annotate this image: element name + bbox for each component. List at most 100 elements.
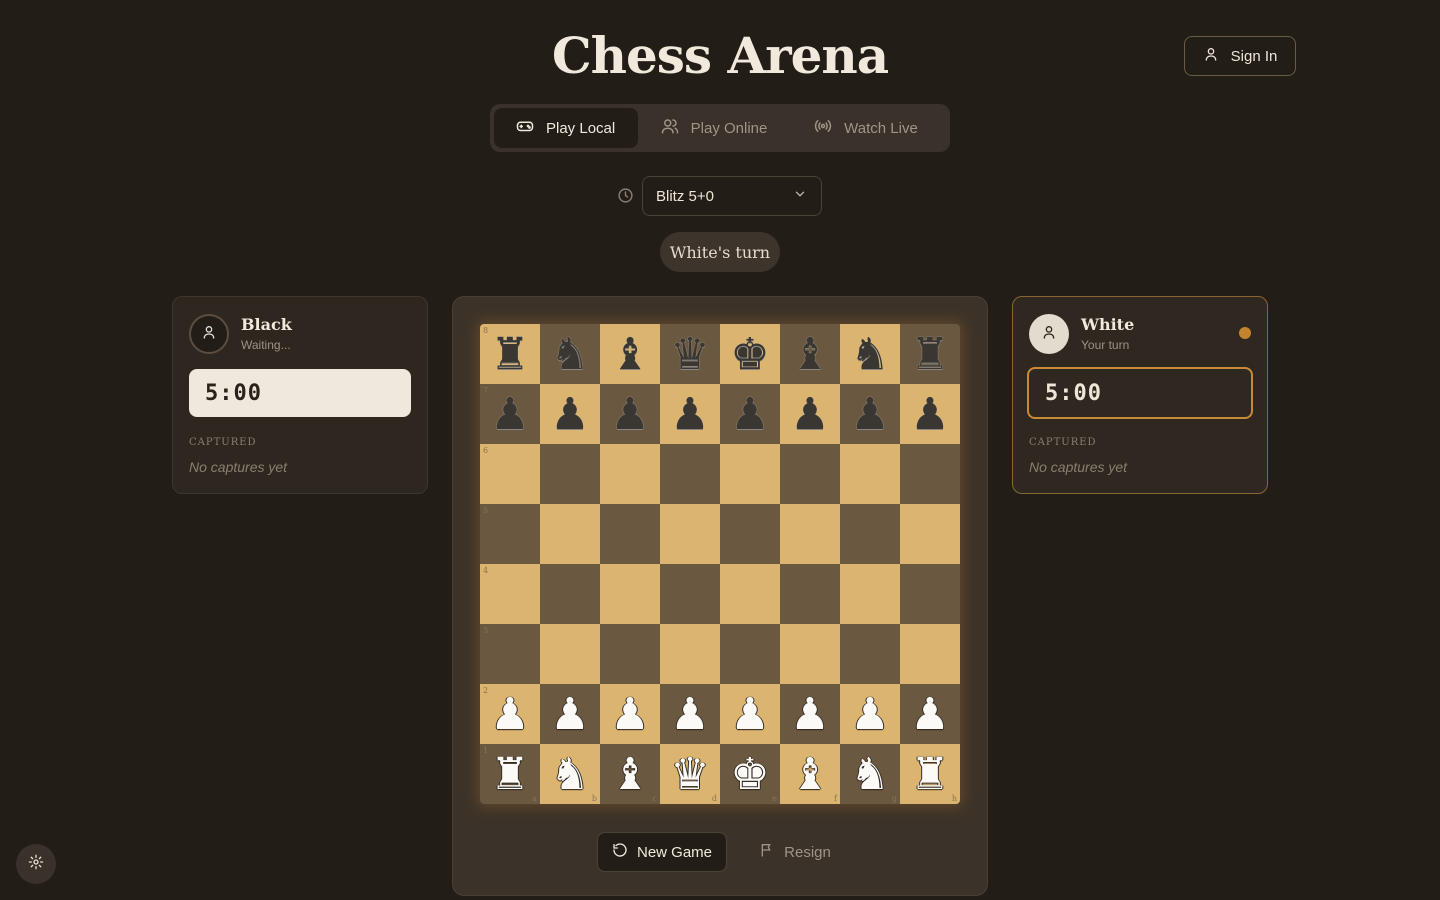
white-pawn-icon[interactable]: ♟ bbox=[790, 693, 829, 737]
square-h5[interactable] bbox=[900, 504, 960, 564]
square-f1[interactable]: f ♝ bbox=[780, 744, 840, 804]
resign-button[interactable]: Resign bbox=[745, 832, 845, 872]
square-b3[interactable] bbox=[540, 624, 600, 684]
square-g1[interactable]: g ♞ bbox=[840, 744, 900, 804]
square-a6[interactable]: 6 bbox=[480, 444, 540, 504]
square-c6[interactable] bbox=[600, 444, 660, 504]
square-d8[interactable]: ♛ bbox=[660, 324, 720, 384]
square-c7[interactable]: ♟ bbox=[600, 384, 660, 444]
square-f7[interactable]: ♟ bbox=[780, 384, 840, 444]
square-a1[interactable]: 1 a ♜ bbox=[480, 744, 540, 804]
square-g2[interactable]: ♟ bbox=[840, 684, 900, 744]
square-e5[interactable] bbox=[720, 504, 780, 564]
black-pawn-icon[interactable]: ♟ bbox=[910, 393, 949, 437]
white-pawn-icon[interactable]: ♟ bbox=[730, 693, 769, 737]
white-pawn-icon[interactable]: ♟ bbox=[490, 693, 529, 737]
square-g4[interactable] bbox=[840, 564, 900, 624]
square-c4[interactable] bbox=[600, 564, 660, 624]
square-c8[interactable]: ♝ bbox=[600, 324, 660, 384]
square-c1[interactable]: c ♝ bbox=[600, 744, 660, 804]
square-d4[interactable] bbox=[660, 564, 720, 624]
white-rook-icon[interactable]: ♜ bbox=[490, 753, 529, 797]
square-e2[interactable]: ♟ bbox=[720, 684, 780, 744]
black-king-icon[interactable]: ♚ bbox=[730, 333, 769, 377]
black-rook-icon[interactable]: ♜ bbox=[910, 333, 949, 377]
tab-watch-live[interactable]: Watch Live bbox=[790, 108, 942, 148]
black-bishop-icon[interactable]: ♝ bbox=[610, 333, 649, 377]
square-f2[interactable]: ♟ bbox=[780, 684, 840, 744]
square-b8[interactable]: ♞ bbox=[540, 324, 600, 384]
square-e7[interactable]: ♟ bbox=[720, 384, 780, 444]
time-control-select[interactable]: Blitz 5+0 bbox=[642, 176, 822, 216]
square-e8[interactable]: ♚ bbox=[720, 324, 780, 384]
black-knight-icon[interactable]: ♞ bbox=[550, 333, 589, 377]
square-h4[interactable] bbox=[900, 564, 960, 624]
sign-in-button[interactable]: Sign In bbox=[1184, 36, 1296, 76]
square-g6[interactable] bbox=[840, 444, 900, 504]
square-d7[interactable]: ♟ bbox=[660, 384, 720, 444]
black-bishop-icon[interactable]: ♝ bbox=[790, 333, 829, 377]
square-d5[interactable] bbox=[660, 504, 720, 564]
square-c3[interactable] bbox=[600, 624, 660, 684]
white-knight-icon[interactable]: ♞ bbox=[850, 753, 889, 797]
square-h1[interactable]: h ♜ bbox=[900, 744, 960, 804]
white-pawn-icon[interactable]: ♟ bbox=[850, 693, 889, 737]
square-a2[interactable]: 2 ♟ bbox=[480, 684, 540, 744]
square-a7[interactable]: 7 ♟ bbox=[480, 384, 540, 444]
black-pawn-icon[interactable]: ♟ bbox=[850, 393, 889, 437]
white-knight-icon[interactable]: ♞ bbox=[550, 753, 589, 797]
square-a3[interactable]: 3 bbox=[480, 624, 540, 684]
square-b2[interactable]: ♟ bbox=[540, 684, 600, 744]
square-h8[interactable]: ♜ bbox=[900, 324, 960, 384]
square-f6[interactable] bbox=[780, 444, 840, 504]
square-g3[interactable] bbox=[840, 624, 900, 684]
square-g5[interactable] bbox=[840, 504, 900, 564]
square-a5[interactable]: 5 bbox=[480, 504, 540, 564]
black-pawn-icon[interactable]: ♟ bbox=[490, 393, 529, 437]
square-g8[interactable]: ♞ bbox=[840, 324, 900, 384]
square-d1[interactable]: d ♛ bbox=[660, 744, 720, 804]
square-f5[interactable] bbox=[780, 504, 840, 564]
white-rook-icon[interactable]: ♜ bbox=[910, 753, 949, 797]
square-e6[interactable] bbox=[720, 444, 780, 504]
black-rook-icon[interactable]: ♜ bbox=[490, 333, 529, 377]
square-h6[interactable] bbox=[900, 444, 960, 504]
white-queen-icon[interactable]: ♛ bbox=[670, 753, 709, 797]
square-d3[interactable] bbox=[660, 624, 720, 684]
white-bishop-icon[interactable]: ♝ bbox=[790, 753, 829, 797]
square-d2[interactable]: ♟ bbox=[660, 684, 720, 744]
tab-play-local[interactable]: Play Local bbox=[494, 108, 638, 148]
square-g7[interactable]: ♟ bbox=[840, 384, 900, 444]
white-bishop-icon[interactable]: ♝ bbox=[610, 753, 649, 797]
new-game-button[interactable]: New Game bbox=[597, 832, 727, 872]
square-a4[interactable]: 4 bbox=[480, 564, 540, 624]
tab-play-online[interactable]: Play Online bbox=[638, 108, 790, 148]
square-c5[interactable] bbox=[600, 504, 660, 564]
square-e4[interactable] bbox=[720, 564, 780, 624]
settings-button[interactable] bbox=[16, 844, 56, 884]
square-f8[interactable]: ♝ bbox=[780, 324, 840, 384]
square-h3[interactable] bbox=[900, 624, 960, 684]
black-pawn-icon[interactable]: ♟ bbox=[790, 393, 829, 437]
square-b7[interactable]: ♟ bbox=[540, 384, 600, 444]
black-knight-icon[interactable]: ♞ bbox=[850, 333, 889, 377]
black-pawn-icon[interactable]: ♟ bbox=[670, 393, 709, 437]
square-b5[interactable] bbox=[540, 504, 600, 564]
black-pawn-icon[interactable]: ♟ bbox=[610, 393, 649, 437]
square-e3[interactable] bbox=[720, 624, 780, 684]
square-d6[interactable] bbox=[660, 444, 720, 504]
square-b1[interactable]: b ♞ bbox=[540, 744, 600, 804]
square-f3[interactable] bbox=[780, 624, 840, 684]
black-pawn-icon[interactable]: ♟ bbox=[730, 393, 769, 437]
black-queen-icon[interactable]: ♛ bbox=[670, 333, 709, 377]
white-king-icon[interactable]: ♚ bbox=[730, 753, 769, 797]
square-f4[interactable] bbox=[780, 564, 840, 624]
white-pawn-icon[interactable]: ♟ bbox=[910, 693, 949, 737]
square-h2[interactable]: ♟ bbox=[900, 684, 960, 744]
square-b6[interactable] bbox=[540, 444, 600, 504]
square-h7[interactable]: ♟ bbox=[900, 384, 960, 444]
white-pawn-icon[interactable]: ♟ bbox=[610, 693, 649, 737]
square-a8[interactable]: 8 ♜ bbox=[480, 324, 540, 384]
white-pawn-icon[interactable]: ♟ bbox=[670, 693, 709, 737]
square-c2[interactable]: ♟ bbox=[600, 684, 660, 744]
